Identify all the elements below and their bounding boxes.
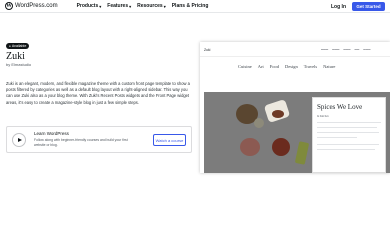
spice-pile-image [272, 138, 290, 156]
wordpress-logo-icon: W [5, 2, 13, 10]
watch-course-button[interactable]: Watch a course [153, 134, 186, 146]
nav-item-resources[interactable]: Resources ▾ [137, 3, 166, 9]
divider [200, 56, 390, 57]
status-badge: ● Available [6, 43, 30, 49]
preview-menu-item: Cuisine [238, 64, 252, 69]
spice-pile-image [272, 110, 284, 118]
page-title: Zuki [6, 51, 25, 62]
text-line [317, 149, 375, 150]
top-navigation: W WordPress.com Products ▾ Features ▾ Reso… [0, 0, 390, 13]
author-link[interactable]: Elmastudio [11, 62, 31, 67]
author-prefix: by [6, 62, 11, 67]
learn-wordpress-card: Learn WordPress Follow along with beginn… [6, 126, 192, 153]
text-line [317, 127, 377, 128]
featured-meta: In Kitchen [317, 115, 329, 118]
preview-top-links: ▬▬▬ ▬▬▬ ▬▬▬ ▬▬ ▬▬▬ [321, 48, 371, 51]
theme-description: Zuki is an elegant, modern, and flexible… [6, 81, 190, 105]
learn-subtitle: Follow along with beginner-friendly cour… [34, 138, 128, 147]
chevron-down-icon: ▾ [163, 3, 166, 9]
nav-item-plans-pricing[interactable]: Plans & Pricing [172, 3, 209, 9]
learn-title: Learn WordPress [34, 131, 69, 136]
theme-author: by Elmastudio [6, 62, 31, 67]
login-link[interactable]: Log In [331, 4, 346, 10]
text-line [317, 137, 357, 138]
preview-menu-item: Design [285, 64, 298, 69]
nav-label: Products [76, 3, 99, 9]
text-line [317, 144, 379, 145]
chevron-down-icon: ▾ [99, 3, 102, 9]
main-nav: Products ▾ Features ▾ Resources ▾ Plans & P… [77, 3, 215, 9]
preview-site-name: Zuki [204, 48, 211, 52]
nav-item-features[interactable]: Features ▾ [107, 3, 131, 9]
check-icon: ● [9, 44, 11, 48]
preview-menu-item: Food [269, 64, 280, 69]
spice-pile-image [254, 118, 264, 128]
herb-image [294, 141, 310, 165]
featured-title: Spices We Love [317, 103, 363, 111]
preview-menu-item: Travels [303, 64, 318, 69]
nav-label: Features [107, 3, 129, 9]
play-icon[interactable] [12, 133, 26, 147]
preview-menu-item: Nature [323, 64, 336, 69]
text-line [317, 132, 379, 133]
text-line [317, 122, 381, 123]
brand-logo[interactable]: W WordPress.com [5, 2, 58, 10]
brand-name: WordPress.com [15, 3, 58, 9]
preview-menu-item: Art [257, 64, 264, 69]
chevron-down-icon: ▾ [129, 3, 132, 9]
preview-menu: Cuisine Art Food Design Travels Nature [238, 64, 341, 69]
badge-label: Available [11, 44, 27, 48]
nav-item-products[interactable]: Products ▾ [77, 3, 102, 9]
theme-preview[interactable]: Zuki ▬▬▬ ▬▬▬ ▬▬▬ ▬▬ ▬▬▬ Cuisine Art Food Des… [200, 42, 390, 173]
nav-label: Plans & Pricing [171, 3, 209, 9]
preview-featured-card: Spices We Love In Kitchen [312, 97, 386, 173]
spice-pile-image [240, 138, 260, 156]
nav-label: Resources [137, 3, 163, 9]
get-started-button[interactable]: Get Started [352, 2, 385, 11]
